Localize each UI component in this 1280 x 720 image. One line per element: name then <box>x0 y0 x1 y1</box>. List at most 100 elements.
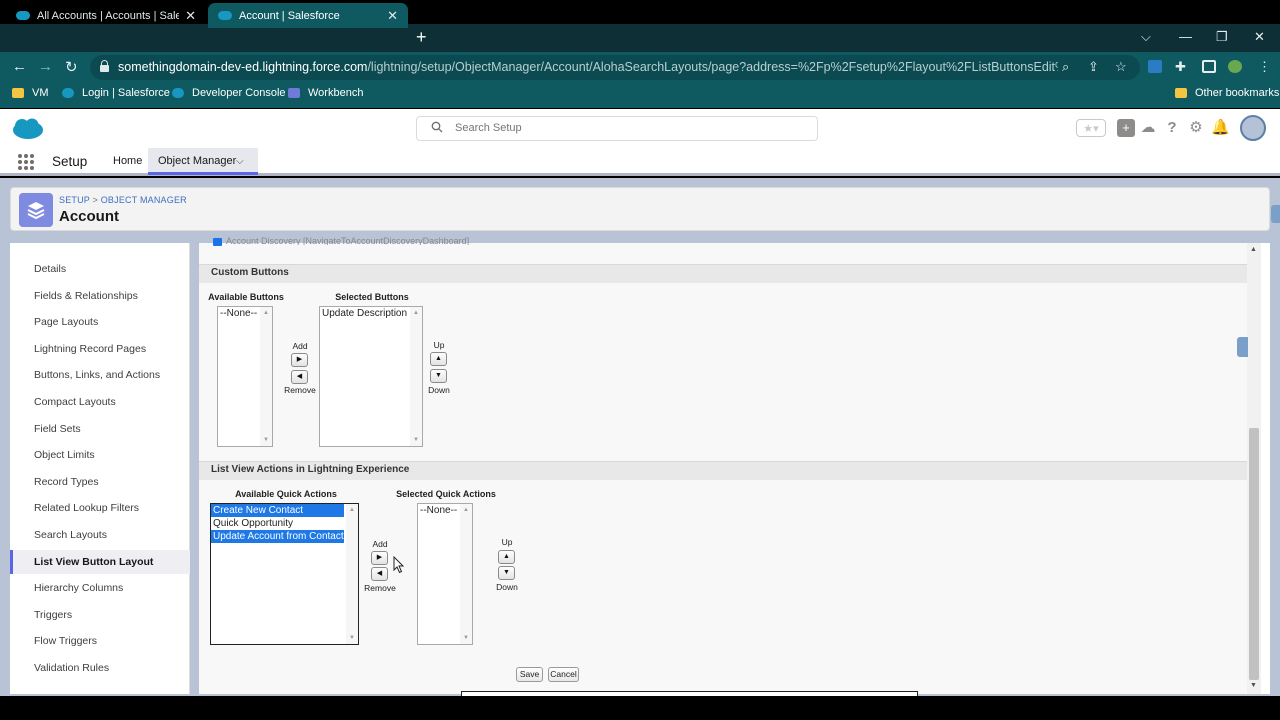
listbox-scrollbar[interactable] <box>346 504 358 644</box>
close-icon[interactable]: ✕ <box>185 8 196 24</box>
side-panel-icon[interactable] <box>1202 60 1216 73</box>
sidebar-item[interactable]: Related Lookup Filters <box>10 496 190 520</box>
breadcrumb-object-manager[interactable]: OBJECT MANAGER <box>101 195 187 205</box>
page-title: Account <box>59 208 119 225</box>
forward-arrow-icon[interactable]: → <box>38 58 53 75</box>
close-icon[interactable]: ✕ <box>387 8 398 24</box>
scroll-up-arrow-icon[interactable]: ▲ <box>413 310 419 316</box>
salesforce-logo-icon[interactable] <box>12 118 44 140</box>
move-up-button[interactable]: ▲ <box>498 550 515 564</box>
bookmark-workbench[interactable]: Workbench <box>288 87 363 99</box>
reload-icon[interactable]: ↻ <box>65 58 78 76</box>
sidebar-item[interactable]: Field Sets <box>10 417 190 441</box>
browser-tab-all-accounts[interactable]: All Accounts | Accounts | Salesfor ✕ <box>6 3 206 28</box>
available-quick-actions-listbox[interactable]: Create New Contact Quick Opportunity Updat… <box>210 503 359 645</box>
setup-gear-icon[interactable]: ⚙ <box>1187 119 1205 137</box>
browser-menu-icon[interactable]: ⋮ <box>1258 59 1271 75</box>
search-setup-input[interactable] <box>455 122 795 134</box>
bookmark-developer-console[interactable]: Developer Console <box>172 87 286 99</box>
sidebar-item[interactable]: Page Layouts <box>10 310 190 334</box>
side-panel-handle[interactable] <box>1271 205 1280 223</box>
sidebar-item[interactable]: Hierarchy Columns <box>10 576 190 600</box>
bookmark-login-salesforce[interactable]: Login | Salesforce <box>62 87 170 99</box>
move-down-button[interactable]: ▼ <box>430 369 447 383</box>
help-icon[interactable]: ? <box>1163 119 1181 137</box>
remove-arrow-button[interactable]: ◀ <box>371 567 388 581</box>
scroll-down-arrow-icon[interactable]: ▼ <box>1250 682 1257 689</box>
nav-tab-home[interactable]: Home <box>104 148 151 175</box>
scrollbar-thumb[interactable] <box>1249 428 1259 680</box>
profile-avatar-icon[interactable] <box>1228 60 1242 73</box>
new-tab-plus-icon[interactable]: + <box>416 27 427 48</box>
sidebar-item[interactable]: Validation Rules <box>10 656 190 680</box>
list-option[interactable]: Update Account from Contact <box>211 530 344 543</box>
sidebar-item[interactable]: Object Limits <box>10 443 190 467</box>
minimize-icon[interactable]: — <box>1179 29 1192 44</box>
back-arrow-icon[interactable]: ← <box>12 58 27 75</box>
extensions-puzzle-icon[interactable]: ✚ <box>1175 59 1186 75</box>
collapse-panel-handle[interactable] <box>1237 337 1248 357</box>
scroll-down-arrow-icon[interactable]: ▼ <box>463 635 469 641</box>
sidebar-item[interactable]: Search Layouts <box>10 523 190 547</box>
scroll-up-arrow-icon[interactable]: ▲ <box>349 507 355 513</box>
list-option[interactable]: Quick Opportunity <box>211 517 358 530</box>
move-up-button[interactable]: ▲ <box>430 352 447 366</box>
app-name: Setup <box>52 154 88 169</box>
folder-icon <box>1175 88 1187 98</box>
section-title: List View Actions in Lightning Experienc… <box>211 464 410 475</box>
sidebar-item[interactable]: Fields & Relationships <box>10 284 190 308</box>
trailhead-icon[interactable]: ☁ <box>1139 119 1157 137</box>
extension-cloud-icon[interactable] <box>1148 60 1162 73</box>
app-launcher-waffle-icon[interactable] <box>18 154 34 170</box>
list-option[interactable]: Update Description <box>320 307 422 320</box>
favorites-star-icon[interactable]: ★▾ <box>1076 119 1106 137</box>
sidebar-item[interactable]: Record Types <box>10 470 190 494</box>
add-arrow-button[interactable]: ▶ <box>291 353 308 367</box>
global-actions-plus-icon[interactable]: + <box>1117 119 1135 137</box>
tab-search-chevron-icon[interactable]: ⌵ <box>1141 29 1151 45</box>
bookmark-vm[interactable]: VM <box>12 87 49 99</box>
checked-checkbox[interactable] <box>213 238 222 246</box>
listbox-scrollbar[interactable] <box>460 504 472 644</box>
sidebar-item[interactable]: Compact Layouts <box>10 390 190 414</box>
breadcrumb-setup[interactable]: SETUP <box>59 195 90 205</box>
scroll-up-arrow-icon[interactable]: ▲ <box>463 507 469 513</box>
scroll-up-arrow-icon[interactable]: ▲ <box>1250 246 1257 253</box>
scroll-down-arrow-icon[interactable]: ▼ <box>413 437 419 443</box>
move-down-button[interactable]: ▼ <box>498 566 515 580</box>
listbox-scrollbar[interactable] <box>260 307 272 446</box>
url-path: /lightning/setup/ObjectManager/Account/A… <box>367 60 1058 74</box>
sidebar-item[interactable]: Lightning Record Pages <box>10 337 190 361</box>
share-icon[interactable]: ⇪ <box>1088 59 1099 75</box>
user-avatar[interactable] <box>1240 115 1266 141</box>
browser-tab-account[interactable]: Account | Salesforce ✕ <box>208 3 408 28</box>
cancel-button[interactable]: Cancel <box>548 667 579 682</box>
selected-quick-actions-listbox[interactable]: --None-- ▲ ▼ <box>417 503 473 645</box>
window-close-icon[interactable]: ✕ <box>1254 29 1265 45</box>
bookmark-other-bookmarks[interactable]: Other bookmarks <box>1175 87 1279 99</box>
scroll-down-arrow-icon[interactable]: ▼ <box>263 437 269 443</box>
add-arrow-button[interactable]: ▶ <box>371 551 388 565</box>
listbox-scrollbar[interactable] <box>410 307 422 446</box>
sidebar-item[interactable]: Buttons, Links, and Actions <box>10 363 190 387</box>
scroll-up-arrow-icon[interactable]: ▲ <box>263 310 269 316</box>
restore-icon[interactable]: ❐ <box>1216 29 1228 45</box>
save-button[interactable]: Save <box>516 667 543 682</box>
available-buttons-listbox[interactable]: --None-- ▲ ▼ <box>217 306 273 447</box>
chevron-down-icon[interactable]: ⌵ <box>236 148 244 175</box>
list-option[interactable]: Create New Contact <box>211 504 344 517</box>
bookmark-star-icon[interactable]: ☆ <box>1115 59 1127 75</box>
url-text[interactable]: somethingdomain-dev-ed.lightning.force.c… <box>118 60 1058 74</box>
scroll-down-arrow-icon[interactable]: ▼ <box>349 635 355 641</box>
selected-buttons-listbox[interactable]: Update Description ▲ ▼ <box>319 306 423 447</box>
remove-arrow-button[interactable]: ◀ <box>291 370 308 384</box>
sidebar-item[interactable]: Flow Triggers <box>10 629 190 653</box>
sidebar-item[interactable]: List View Button Layout <box>10 550 190 574</box>
folder-icon <box>12 88 24 98</box>
sidebar-item[interactable]: Triggers <box>10 603 190 627</box>
nav-tab-object-manager[interactable]: Object Manager ⌵ <box>148 148 258 175</box>
notifications-bell-icon[interactable]: 🔔 <box>1211 119 1230 137</box>
sidebar-item[interactable]: Details <box>10 257 190 281</box>
search-icon <box>431 121 443 133</box>
zoom-search-icon[interactable]: ⌕ <box>1062 59 1069 75</box>
